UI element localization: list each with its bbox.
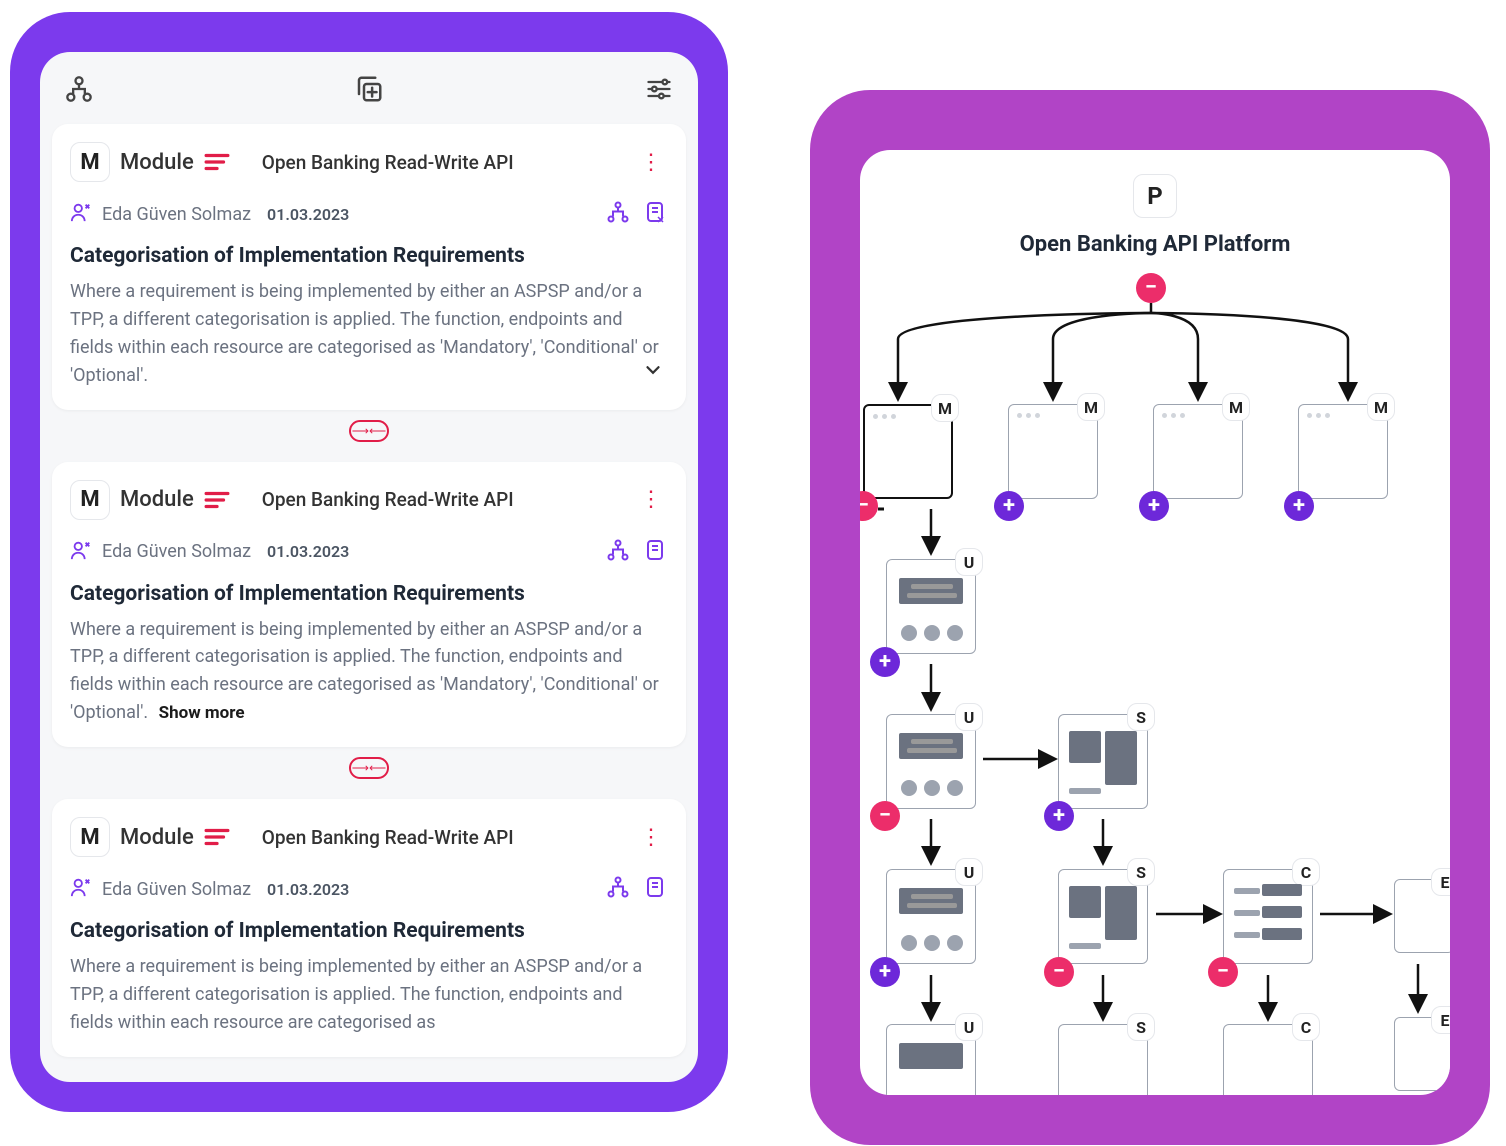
module-card[interactable]: M Module Open Banking Read-Write API ⋮ E… (52, 462, 686, 748)
expand-node-button[interactable]: + (870, 647, 900, 677)
module-card[interactable]: M Module Open Banking Read-Write API ⋮ E… (52, 799, 686, 1057)
collapse-node-button[interactable]: − (1136, 273, 1166, 303)
list-panel-inner: M Module Open Banking Read-Write API ⋮ E… (40, 52, 698, 1082)
tree-node-component[interactable]: C (1223, 1024, 1313, 1095)
paragraph-icon (204, 490, 230, 510)
expand-chevron-icon[interactable] (642, 359, 664, 390)
tree-node-ui[interactable]: U (886, 1024, 976, 1095)
type-letter-badge: M (70, 817, 110, 857)
tree-node-screen[interactable]: S (1058, 714, 1148, 809)
card-header: M Module Open Banking Read-Write API ⋮ (70, 817, 668, 857)
breadcrumb-api: Open Banking Read-Write API (240, 151, 624, 174)
tree-node-screen[interactable]: S (1058, 869, 1148, 964)
tree-node-module[interactable]: M (1298, 404, 1388, 499)
tree-node-element[interactable]: E (1394, 879, 1450, 953)
card-date: 01.03.2023 (267, 542, 349, 561)
type-letter-badge: M (70, 480, 110, 520)
collapse-node-button[interactable]: − (1208, 957, 1238, 987)
tree-node-module[interactable]: M (863, 404, 953, 499)
author-icon (70, 201, 92, 227)
card-date: 01.03.2023 (267, 880, 349, 899)
card-menu-kebab[interactable]: ⋮ (634, 487, 668, 512)
tree-node-ui[interactable]: U (886, 559, 976, 654)
tree-node-ui[interactable]: U (886, 714, 976, 809)
collapse-node-button[interactable]: − (870, 801, 900, 831)
expand-node-button[interactable]: + (1139, 491, 1169, 521)
card-header: M Module Open Banking Read-Write API ⋮ (70, 142, 668, 182)
author-name: Eda Güven Solmaz (102, 879, 251, 900)
show-more-link[interactable]: Show more (159, 703, 245, 723)
card-title: Categorisation of Implementation Require… (70, 244, 668, 268)
tree-node-ui[interactable]: U (886, 869, 976, 964)
card-header: M Module Open Banking Read-Write API ⋮ (70, 480, 668, 520)
expand-node-button[interactable]: + (870, 957, 900, 987)
breadcrumb-api: Open Banking Read-Write API (240, 826, 624, 849)
card-menu-kebab[interactable]: ⋮ (634, 150, 668, 175)
author-name: Eda Güven Solmaz (102, 204, 251, 225)
collapse-node-button[interactable]: − (1044, 957, 1074, 987)
paragraph-icon (204, 827, 230, 847)
tree-icon[interactable] (606, 875, 630, 903)
card-meta: Eda Güven Solmaz 01.03.2023 (70, 538, 668, 566)
card-title: Categorisation of Implementation Require… (70, 919, 668, 943)
platform-header: P Open Banking API Platform (878, 174, 1432, 257)
toolbar (52, 68, 686, 124)
card-body-text: Where a requirement is being implemented… (70, 956, 642, 1033)
tree-node-module[interactable]: M (1008, 404, 1098, 499)
diagram-panel: P Open Banking API Platform − (810, 90, 1490, 1145)
card-menu-kebab[interactable]: ⋮ (634, 825, 668, 850)
card-date: 01.03.2023 (267, 205, 349, 224)
author-icon (70, 876, 92, 902)
tree-node-module[interactable]: M (1153, 404, 1243, 499)
tree-icon[interactable] (606, 200, 630, 228)
author-icon (70, 539, 92, 565)
card-link-chip[interactable]: ⟶⟵ (52, 757, 686, 779)
tree-icon[interactable] (606, 538, 630, 566)
card-body: Where a requirement is being implemented… (70, 616, 668, 728)
note-edit-icon[interactable] (644, 200, 668, 228)
sitemap-icon[interactable] (62, 72, 96, 106)
duplicate-add-icon[interactable] (352, 72, 386, 106)
filter-sliders-icon[interactable] (642, 72, 676, 106)
author-name: Eda Güven Solmaz (102, 541, 251, 562)
card-title: Categorisation of Implementation Require… (70, 582, 668, 606)
type-label: Module (120, 150, 194, 175)
card-body: Where a requirement is being implemented… (70, 278, 668, 390)
paragraph-icon (204, 152, 230, 172)
type-label: Module (120, 487, 194, 512)
module-card[interactable]: M Module Open Banking Read-Write API ⋮ E… (52, 124, 686, 410)
expand-node-button[interactable]: + (1044, 801, 1074, 831)
type-label: Module (120, 825, 194, 850)
card-body-text: Where a requirement is being implemented… (70, 281, 659, 386)
card-body: Where a requirement is being implemented… (70, 953, 668, 1037)
note-edit-icon[interactable] (644, 538, 668, 566)
tree-node-element[interactable]: E (1394, 1017, 1450, 1091)
platform-letter-badge: P (1133, 174, 1177, 218)
expand-node-button[interactable]: + (1284, 491, 1314, 521)
card-link-chip[interactable]: ⟶⟵ (52, 420, 686, 442)
card-meta: Eda Güven Solmaz 01.03.2023 (70, 200, 668, 228)
tree-node-component[interactable]: C (1223, 869, 1313, 964)
diagram-panel-inner: P Open Banking API Platform − (860, 150, 1450, 1095)
tree-diagram[interactable]: − (878, 269, 1432, 1095)
note-edit-icon[interactable] (644, 875, 668, 903)
list-panel: M Module Open Banking Read-Write API ⋮ E… (10, 12, 728, 1112)
tree-node-screen[interactable]: S (1058, 1024, 1148, 1095)
type-letter-badge: M (70, 142, 110, 182)
expand-node-button[interactable]: + (994, 491, 1024, 521)
breadcrumb-api: Open Banking Read-Write API (240, 488, 624, 511)
card-meta: Eda Güven Solmaz 01.03.2023 (70, 875, 668, 903)
platform-title: Open Banking API Platform (878, 232, 1432, 257)
